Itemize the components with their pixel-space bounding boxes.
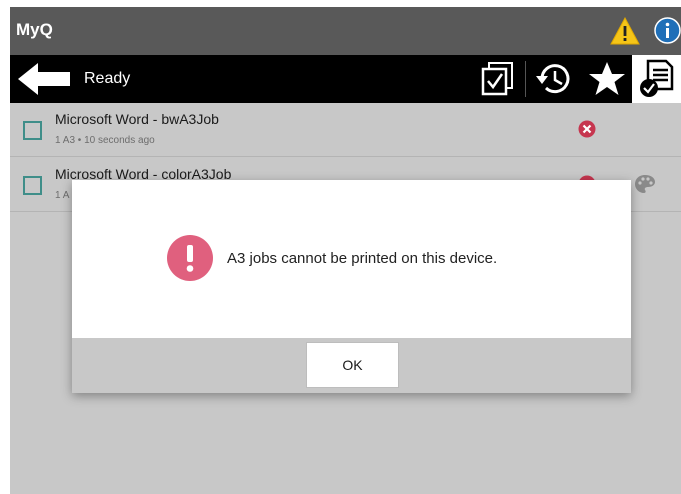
warning-triangle-icon[interactable]	[610, 17, 640, 45]
back-arrow-icon[interactable]	[16, 61, 72, 97]
job-checkbox[interactable]	[23, 121, 42, 140]
ready-jobs-document-icon	[640, 59, 674, 97]
job-checkbox[interactable]	[23, 176, 42, 195]
dialog-body: A3 jobs cannot be printed on this device…	[72, 180, 631, 338]
job-row[interactable]: Microsoft Word - bwA3Job 1 A3 • 10 secon…	[10, 103, 681, 157]
ok-button[interactable]: OK	[306, 342, 399, 388]
status-text: Ready	[84, 70, 131, 87]
delete-x-icon[interactable]	[578, 120, 596, 138]
ready-jobs-tab[interactable]	[632, 55, 681, 103]
dialog-footer: OK	[72, 338, 631, 393]
app-title: MyQ	[16, 20, 53, 39]
dialog-message: A3 jobs cannot be printed on this device…	[227, 250, 498, 267]
job-meta: 1 A3 • 10 seconds ago	[55, 135, 155, 146]
toolbar-separator	[525, 61, 526, 97]
toolbar: Ready	[10, 55, 681, 103]
favorite-star-icon[interactable]	[586, 59, 628, 99]
palette-icon	[635, 175, 655, 193]
job-meta: 1 A	[55, 190, 70, 201]
error-dialog: A3 jobs cannot be printed on this device…	[72, 180, 631, 393]
job-name: Microsoft Word - bwA3Job	[55, 111, 219, 127]
myq-terminal-screen: MyQ Ready Microsoft Word - bwA3Job 1 A3 …	[10, 7, 681, 494]
history-clock-icon[interactable]	[532, 59, 576, 99]
select-all-checkbox-icon[interactable]	[478, 59, 518, 99]
exclamation-circle-icon	[167, 235, 213, 281]
info-icon[interactable]	[654, 17, 681, 44]
title-bar: MyQ	[10, 7, 681, 55]
